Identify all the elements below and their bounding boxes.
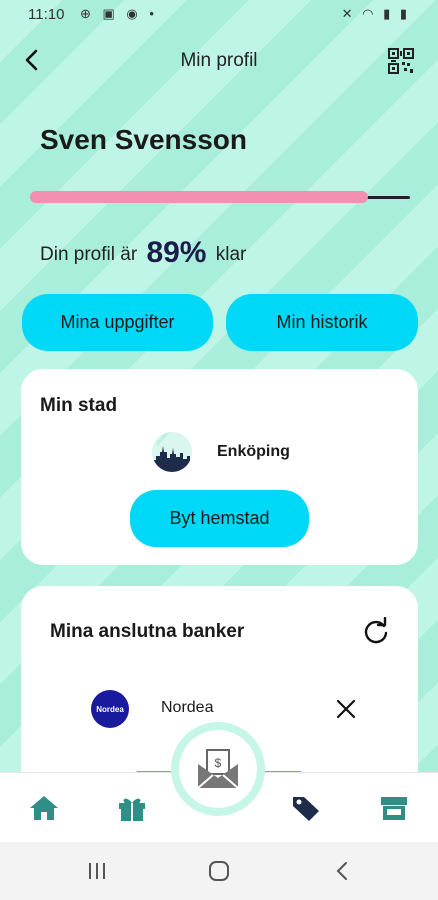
remove-bank-icon[interactable]	[334, 697, 358, 721]
refresh-icon[interactable]	[361, 617, 391, 647]
app-header: Min profil	[0, 40, 438, 84]
center-action-button[interactable]: $	[179, 730, 257, 808]
status-time: 11:10	[28, 6, 65, 23]
bank-name: Nordea	[161, 699, 214, 716]
system-status-icons: ✕ ◠ ▮ ▮	[341, 6, 410, 21]
city-skyline-icon	[152, 432, 192, 472]
city-card-title: Min stad	[40, 395, 118, 416]
completion-suffix: klar	[215, 244, 247, 265]
recent-apps-icon[interactable]	[84, 858, 110, 884]
profile-name: Sven Svensson	[40, 124, 247, 155]
progress-fill	[30, 191, 368, 203]
notification-icons: ⊕ ▣ ◉ •	[80, 6, 158, 21]
profile-progress-bar	[30, 191, 410, 203]
svg-text:$: $	[215, 756, 222, 770]
store-icon[interactable]	[378, 794, 410, 822]
home-button-icon[interactable]	[206, 858, 232, 884]
envelope-money-icon: $	[197, 749, 239, 789]
page-title: Min profil	[180, 50, 258, 71]
system-back-icon[interactable]	[330, 858, 356, 884]
banks-card-title: Mina anslutna banker	[50, 621, 245, 642]
city-name: Enköping	[217, 443, 290, 460]
my-details-button[interactable]: Mina uppgifter	[22, 294, 213, 351]
status-bar: 11:10 ⊕ ▣ ◉ • ✕ ◠ ▮ ▮	[0, 0, 438, 30]
completion-percent: 89%	[146, 236, 207, 269]
gift-icon[interactable]	[116, 794, 148, 822]
tag-icon[interactable]	[290, 794, 322, 822]
profile-completion-text: Din profil är 89% klar	[40, 236, 246, 270]
bank-logo: Nordea	[91, 690, 129, 728]
change-home-city-button[interactable]: Byt hemstad	[130, 490, 309, 547]
completion-prefix: Din profil är	[40, 244, 138, 265]
home-icon[interactable]	[28, 794, 60, 822]
qr-code-icon[interactable]	[388, 48, 414, 74]
my-history-button[interactable]: Min historik	[226, 294, 418, 351]
